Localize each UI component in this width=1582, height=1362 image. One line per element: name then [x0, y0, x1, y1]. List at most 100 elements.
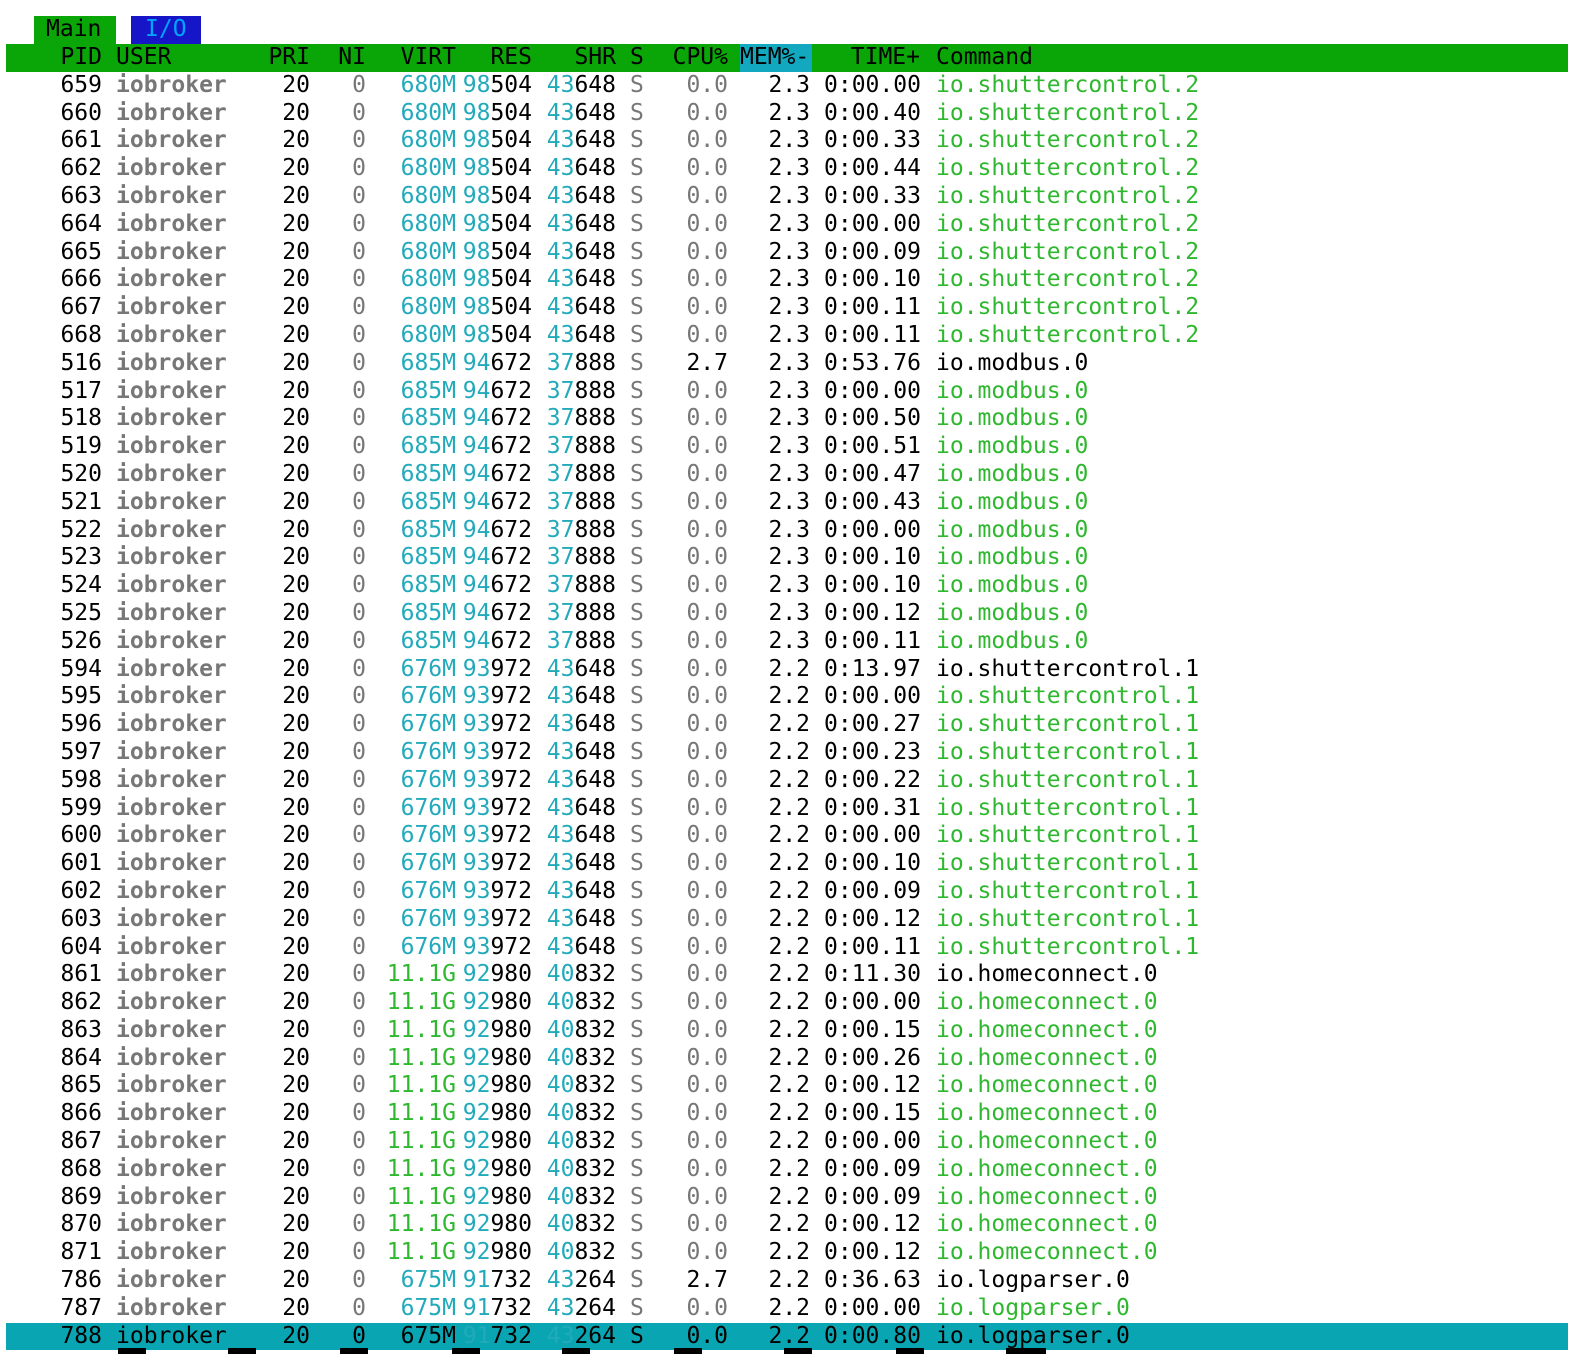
cell-pri: 20	[282, 655, 310, 682]
cell-shr-high: 40	[546, 1183, 575, 1210]
column-header-time[interactable]: TIME+	[824, 44, 920, 72]
table-row[interactable]: 660 iobroker 20 0 680M 98504 43648 S 0.0 2.3 0:00.…	[6, 100, 1568, 128]
tab-io[interactable]: I/O	[131, 16, 201, 44]
table-row[interactable]: 871 iobroker 20 0 11.1G 92980 40832 S 0.0 2.2 0:00…	[6, 1239, 1568, 1267]
cell-res: 98504	[462, 294, 532, 322]
cell-time: 0:00.00	[824, 1294, 921, 1321]
table-row[interactable]: 663 iobroker 20 0 680M 98504 43648 S 0.0 2.3 0:00.…	[6, 183, 1568, 211]
cell-mem: 2.2	[768, 1044, 810, 1071]
table-row[interactable]: 601 iobroker 20 0 676M 93972 43648 S 0.0 2.2 0:00.…	[6, 850, 1568, 878]
cell-command: io.homeconnect.0	[936, 989, 1158, 1016]
cell-pid: 661	[60, 127, 102, 154]
column-header-command[interactable]: Command	[936, 44, 1556, 72]
cell-time: 0:00.11	[824, 627, 921, 654]
cell-time: 0:00.23	[824, 738, 921, 765]
table-row[interactable]: 659 iobroker 20 0 680M 98504 43648 S 0.0 2.3 0:00.…	[6, 72, 1568, 100]
cell-state: S	[630, 377, 644, 404]
cell-virt: 685M	[400, 349, 456, 376]
table-row[interactable]: 518 iobroker 20 0 685M 94672 37888 S 0.0 2.3 0:00.…	[6, 405, 1568, 433]
cell-res-high: 98	[462, 182, 491, 209]
table-row[interactable]: 596 iobroker 20 0 676M 93972 43648 S 0.0 2.2 0:00.…	[6, 711, 1568, 739]
cell-mem: 2.3	[768, 349, 810, 376]
table-row[interactable]: 603 iobroker 20 0 676M 93972 43648 S 0.0 2.2 0:00.…	[6, 906, 1568, 934]
cell-res: 93972	[462, 656, 532, 684]
cell-virt: 685M	[400, 627, 456, 654]
column-header-mem[interactable]: MEM%-	[740, 44, 812, 72]
column-header-ni[interactable]: NI	[322, 44, 366, 72]
table-row[interactable]: 521 iobroker 20 0 685M 94672 37888 S 0.0 2.3 0:00.…	[6, 489, 1568, 517]
table-row[interactable]: 868 iobroker 20 0 11.1G 92980 40832 S 0.0 2.2 0:00…	[6, 1156, 1568, 1184]
column-header-pid[interactable]: PID	[6, 44, 102, 72]
column-header-virt[interactable]: VIRT	[372, 44, 456, 72]
cell-pid: 668	[60, 321, 102, 348]
table-row[interactable]: 664 iobroker 20 0 680M 98504 43648 S 0.0 2.3 0:00.…	[6, 211, 1568, 239]
table-row[interactable]: 516 iobroker 20 0 685M 94672 37888 S 2.7 2.3 0:53.…	[6, 350, 1568, 378]
tab-main[interactable]: Main	[34, 16, 116, 44]
table-row[interactable]: 526 iobroker 20 0 685M 94672 37888 S 0.0 2.3 0:00.…	[6, 628, 1568, 656]
table-row[interactable]: 866 iobroker 20 0 11.1G 92980 40832 S 0.0 2.2 0:00…	[6, 1100, 1568, 1128]
table-row[interactable]: 863 iobroker 20 0 11.1G 92980 40832 S 0.0 2.2 0:00…	[6, 1017, 1568, 1045]
table-row[interactable]: 525 iobroker 20 0 685M 94672 37888 S 0.0 2.3 0:00.…	[6, 600, 1568, 628]
table-row[interactable]: 668 iobroker 20 0 680M 98504 43648 S 0.0 2.3 0:00.…	[6, 322, 1568, 350]
cell-time: 0:00.09	[824, 238, 921, 265]
table-row[interactable]: 864 iobroker 20 0 11.1G 92980 40832 S 0.0 2.2 0:00…	[6, 1045, 1568, 1073]
table-row[interactable]: 519 iobroker 20 0 685M 94672 37888 S 0.0 2.3 0:00.…	[6, 433, 1568, 461]
cell-time: 0:36.63	[824, 1267, 921, 1294]
table-row[interactable]: 862 iobroker 20 0 11.1G 92980 40832 S 0.0 2.2 0:00…	[6, 989, 1568, 1017]
table-row[interactable]: 595 iobroker 20 0 676M 93972 43648 S 0.0 2.2 0:00.…	[6, 683, 1568, 711]
table-row[interactable]: 665 iobroker 20 0 680M 98504 43648 S 0.0 2.3 0:00.…	[6, 239, 1568, 267]
table-row[interactable]: 604 iobroker 20 0 676M 93972 43648 S 0.0 2.2 0:00.…	[6, 934, 1568, 962]
cell-state: S	[630, 1267, 644, 1294]
column-header-cpu[interactable]: CPU%	[658, 44, 728, 72]
table-row[interactable]: 666 iobroker 20 0 680M 98504 43648 S 0.0 2.3 0:00.…	[6, 266, 1568, 294]
cell-pri: 20	[282, 905, 310, 932]
cell-pri: 20	[282, 182, 310, 209]
cell-command: io.modbus.0	[936, 544, 1089, 571]
table-row[interactable]: 869 iobroker 20 0 11.1G 92980 40832 S 0.0 2.2 0:00…	[6, 1184, 1568, 1212]
cell-res-high: 94	[462, 488, 491, 515]
table-row[interactable]: 594 iobroker 20 0 676M 93972 43648 S 0.0 2.2 0:13.…	[6, 656, 1568, 684]
table-row[interactable]: 523 iobroker 20 0 685M 94672 37888 S 0.0 2.3 0:00.…	[6, 544, 1568, 572]
process-table: PID USER PRI NI VIRT RES SHR S CPU% MEM%…	[6, 44, 1568, 1351]
table-row[interactable]: 787 iobroker 20 0 675M 91732 43264 S 0.0 2.2 0:00.…	[6, 1295, 1568, 1323]
table-row[interactable]: 602 iobroker 20 0 676M 93972 43648 S 0.0 2.2 0:00.…	[6, 878, 1568, 906]
cell-ni: 0	[352, 738, 366, 765]
table-row[interactable]: 661 iobroker 20 0 680M 98504 43648 S 0.0 2.3 0:00.…	[6, 127, 1568, 155]
cell-state: S	[630, 822, 644, 849]
table-row-selected[interactable]: 788 iobroker 20 0 675M 91732 43264 S 0.0 2.2 0:00.…	[6, 1322, 1568, 1351]
cell-cpu: 0.0	[686, 71, 728, 98]
table-row[interactable]: 599 iobroker 20 0 676M 93972 43648 S 0.0 2.2 0:00.…	[6, 795, 1568, 823]
column-header-pri[interactable]: PRI	[252, 44, 310, 72]
table-row[interactable]: 867 iobroker 20 0 11.1G 92980 40832 S 0.0 2.2 0:00…	[6, 1128, 1568, 1156]
table-row[interactable]: 517 iobroker 20 0 685M 94672 37888 S 0.0 2.3 0:00.…	[6, 378, 1568, 406]
table-row[interactable]: 520 iobroker 20 0 685M 94672 37888 S 0.0 2.3 0:00.…	[6, 461, 1568, 489]
cell-shr: 37888	[546, 350, 616, 378]
cell-mem: 2.3	[768, 544, 810, 571]
table-row[interactable]: 598 iobroker 20 0 676M 93972 43648 S 0.0 2.2 0:00.…	[6, 767, 1568, 795]
cell-shr-low: 648	[574, 210, 616, 237]
table-row[interactable]: 786 iobroker 20 0 675M 91732 43264 S 2.7 2.2 0:36.…	[6, 1267, 1568, 1295]
column-header-res[interactable]: RES	[462, 44, 532, 72]
column-header-state[interactable]: S	[630, 44, 650, 72]
table-row[interactable]: 597 iobroker 20 0 676M 93972 43648 S 0.0 2.2 0:00.…	[6, 739, 1568, 767]
column-header-user[interactable]: USER	[116, 44, 266, 72]
cell-pid: 520	[60, 460, 102, 487]
table-row[interactable]: 600 iobroker 20 0 676M 93972 43648 S 0.0 2.2 0:00.…	[6, 822, 1568, 850]
cell-user: iobroker	[116, 711, 227, 738]
table-row[interactable]: 524 iobroker 20 0 685M 94672 37888 S 0.0 2.3 0:00.…	[6, 572, 1568, 600]
table-row[interactable]: 865 iobroker 20 0 11.1G 92980 40832 S 0.0 2.2 0:00…	[6, 1072, 1568, 1100]
cell-res-low: 972	[490, 822, 532, 849]
cell-user: iobroker	[116, 1155, 227, 1182]
cell-state: S	[630, 1128, 644, 1155]
cell-virt: 680M	[400, 321, 456, 348]
cell-virt: 675M	[400, 1294, 456, 1321]
cell-time: 0:00.00	[824, 822, 921, 849]
cell-shr-low: 648	[574, 877, 616, 904]
table-row[interactable]: 662 iobroker 20 0 680M 98504 43648 S 0.0 2.3 0:00.…	[6, 155, 1568, 183]
table-row[interactable]: 870 iobroker 20 0 11.1G 92980 40832 S 0.0 2.2 0:00…	[6, 1211, 1568, 1239]
table-row[interactable]: 861 iobroker 20 0 11.1G 92980 40832 S 0.0 2.2 0:11…	[6, 961, 1568, 989]
cell-res-high: 92	[462, 1016, 491, 1043]
column-header-shr[interactable]: SHR	[546, 44, 616, 72]
table-row[interactable]: 667 iobroker 20 0 680M 98504 43648 S 0.0 2.3 0:00.…	[6, 294, 1568, 322]
table-row[interactable]: 522 iobroker 20 0 685M 94672 37888 S 0.0 2.3 0:00.…	[6, 517, 1568, 545]
